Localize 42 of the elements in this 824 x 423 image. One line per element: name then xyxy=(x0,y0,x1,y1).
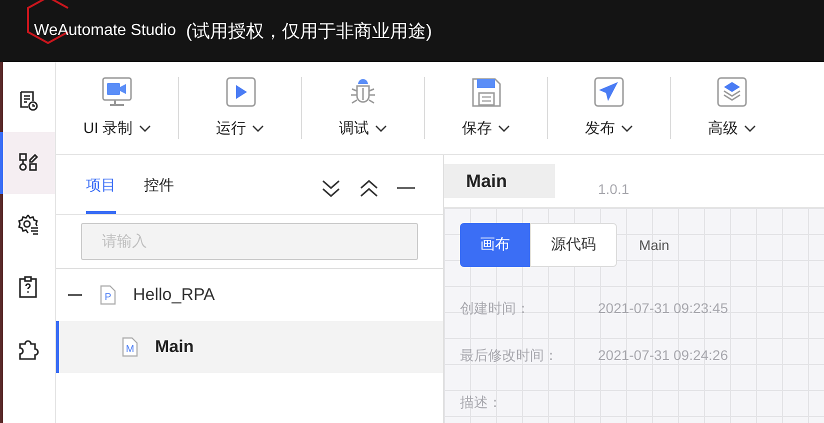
license-note: (试用授权，仅用于非商业用途) xyxy=(186,20,432,43)
faded-field-value: 2021-07-31 09:23:45 xyxy=(598,301,728,316)
chevron-down-icon xyxy=(375,125,387,133)
tree-label: Main xyxy=(155,336,194,358)
tree-label: Hello_RPA xyxy=(133,284,215,306)
faded-field-value: 2021-07-31 09:24:26 xyxy=(598,348,728,363)
faded-field-label: 创建时间： xyxy=(460,301,531,316)
file-icon: M xyxy=(121,337,139,357)
faded-field-label: 描述： xyxy=(460,395,503,410)
puzzle-icon xyxy=(17,337,41,361)
chevron-down-icon xyxy=(252,125,264,133)
chevron-down-icon xyxy=(744,125,756,133)
rail-tab[interactable] xyxy=(0,132,55,194)
chevron-down-icon xyxy=(498,125,510,133)
faded-field-value: 1.0.1 xyxy=(598,182,630,197)
collapse-all-icon[interactable] xyxy=(359,178,379,198)
expand-all-icon[interactable] xyxy=(321,178,341,198)
toolbar-menu-button[interactable]: UI 录制 xyxy=(83,118,151,140)
tree-item[interactable]: P Hello_RPA xyxy=(56,269,443,321)
chevron-down-icon xyxy=(621,125,633,133)
view-toggle[interactable]: 源代码 xyxy=(530,223,617,267)
toolbar-menu-button[interactable]: 发布 xyxy=(585,118,633,140)
panel-tab[interactable]: 项目 xyxy=(86,174,116,214)
toolbar-menu-button[interactable]: 运行 xyxy=(216,118,264,140)
toolbar-menu-button[interactable]: 高级 xyxy=(708,118,756,140)
toolbar-menu-button[interactable]: 调试 xyxy=(339,118,387,140)
breadcrumb: Main xyxy=(639,236,670,254)
gear-list-icon xyxy=(17,213,41,237)
monitor-camera-icon[interactable] xyxy=(101,76,133,108)
play-icon[interactable] xyxy=(224,76,256,108)
layers-icon[interactable] xyxy=(716,76,748,108)
editor-tab[interactable]: Main xyxy=(444,164,555,198)
paper-plane-icon[interactable] xyxy=(593,76,625,108)
view-toggle[interactable]: 画布 xyxy=(460,223,530,267)
faded-field-label: 最后修改时间： xyxy=(460,348,559,363)
app-name: WeAutomate Studio xyxy=(34,21,176,41)
panel-tab[interactable]: 控件 xyxy=(144,174,174,214)
tree-item[interactable]: M Main xyxy=(56,321,443,373)
file-icon: P xyxy=(99,285,117,305)
chevron-down-icon xyxy=(138,125,151,133)
toolbar-menu-button[interactable]: 保存 xyxy=(462,118,510,140)
minimize-icon[interactable] xyxy=(397,186,415,190)
